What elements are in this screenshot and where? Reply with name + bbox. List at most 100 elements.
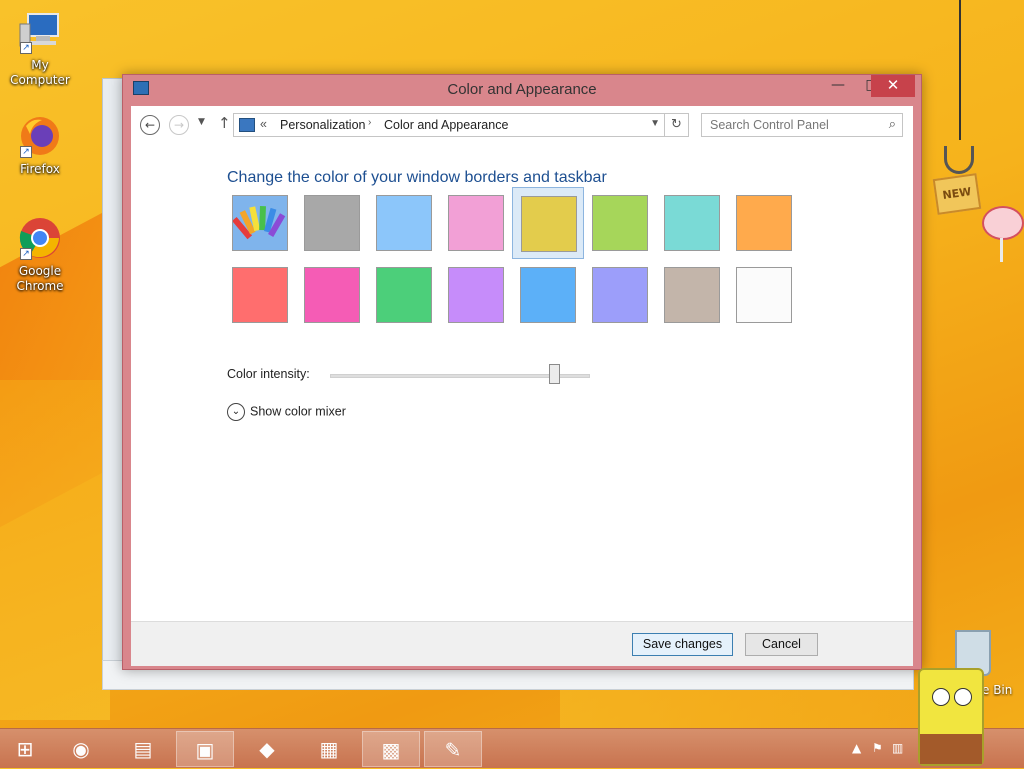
hanging-string <box>959 0 961 140</box>
breadcrumb-personalization[interactable]: Personalization <box>280 118 365 132</box>
network-icon[interactable]: ▥ <box>892 741 903 755</box>
breadcrumb-color-appearance[interactable]: Color and Appearance <box>384 118 508 132</box>
swatch-orange[interactable] <box>728 187 800 259</box>
show-color-mixer-label: Show color mixer <box>250 404 346 419</box>
windows-logo-icon: ⊞ <box>16 737 34 761</box>
title-bar[interactable]: Color and Appearance — □ ✕ <box>123 75 921 105</box>
swatch-lavender-fill[interactable] <box>592 267 648 323</box>
breadcrumb-separator-icon[interactable]: › <box>368 117 371 128</box>
folder-icon: ▤ <box>133 737 153 761</box>
swatch-lime[interactable] <box>584 187 656 259</box>
store-icon: ▣ <box>195 738 215 762</box>
computer-icon: ↗ <box>18 10 62 54</box>
forward-arrow-icon[interactable]: → <box>169 115 189 135</box>
chrome-icon: ◉ <box>72 737 90 761</box>
show-hidden-icons-icon[interactable]: ▲ <box>852 741 861 755</box>
character-pants <box>920 734 982 764</box>
swatch-gray-fill[interactable] <box>304 195 360 251</box>
swatch-green-fill[interactable] <box>376 267 432 323</box>
swatch-light-blue-fill[interactable] <box>376 195 432 251</box>
swatch-teal[interactable] <box>656 187 728 259</box>
close-button[interactable]: ✕ <box>871 75 915 97</box>
color-intensity-label: Color intensity: <box>227 367 310 381</box>
swatch-red-fill[interactable] <box>232 267 288 323</box>
taskbar-paint-button[interactable]: ✎ <box>424 731 482 767</box>
minimize-button[interactable]: — <box>821 75 855 97</box>
paint-icon: ✎ <box>444 738 462 762</box>
candy-stick <box>1000 238 1003 262</box>
swatch-pink-fill[interactable] <box>448 195 504 251</box>
control-panel-icon: ▩ <box>381 738 401 762</box>
address-dropdown-icon[interactable]: ▼ <box>650 118 660 129</box>
swatch-blue[interactable] <box>512 259 584 331</box>
swatch-taupe-fill[interactable] <box>664 267 720 323</box>
shortcut-arrow-icon: ↗ <box>20 146 32 158</box>
swatch-gold[interactable] <box>512 187 584 259</box>
swatch-lavender[interactable] <box>584 259 656 331</box>
shortcut-arrow-icon: ↗ <box>20 248 32 260</box>
taskbar-file-explorer-button[interactable]: ▤ <box>114 731 172 767</box>
taskbar-store-button[interactable]: ▣ <box>176 731 234 767</box>
swatch-gray[interactable] <box>296 187 368 259</box>
character-eye <box>954 688 972 706</box>
candy-decoration <box>982 206 1024 240</box>
search-input[interactable] <box>702 114 877 136</box>
taskbar-chrome-button[interactable]: ◉ <box>52 731 110 767</box>
palette-icon <box>232 205 286 240</box>
page-heading: Change the color of your window borders … <box>227 169 607 186</box>
search-icon[interactable]: ⌕ <box>889 117 896 132</box>
show-color-mixer-toggle[interactable]: ⌄ Show color mixer <box>227 403 346 421</box>
wallpaper-shape <box>0 380 110 720</box>
address-overflow-icon[interactable]: « <box>260 117 267 131</box>
swatch-automatic[interactable] <box>224 187 296 259</box>
chevron-down-icon: ⌄ <box>227 403 245 421</box>
taskbar-notes-button[interactable]: ▦ <box>300 731 358 767</box>
swatch-green[interactable] <box>368 259 440 331</box>
notepad-icon: ▦ <box>319 737 339 761</box>
taskbar-start-button[interactable]: ⊞ <box>4 731 46 767</box>
taskbar-control-panel-button[interactable]: ▩ <box>362 731 420 767</box>
cancel-button[interactable]: Cancel <box>745 633 818 656</box>
swatch-white[interactable] <box>728 259 800 331</box>
taskbar-app-blue-button[interactable]: ◆ <box>238 731 296 767</box>
swatch-purple-fill[interactable] <box>448 267 504 323</box>
address-bar[interactable]: « Personalization › Color and Appearance… <box>233 113 665 137</box>
desktop-icon-firefox[interactable]: ↗ Firefox <box>0 114 80 177</box>
app-icon: ◆ <box>259 737 275 761</box>
swatch-orange-fill[interactable] <box>736 195 792 251</box>
window-content: ← → ▼ ↑ « Personalization › Color and Ap… <box>131 106 913 666</box>
swatch-blue-fill[interactable] <box>520 267 576 323</box>
search-box[interactable]: ⌕ <box>701 113 903 137</box>
navigation-bar: ← → ▼ ↑ « Personalization › Color and Ap… <box>131 106 913 142</box>
swatch-white-fill[interactable] <box>736 267 792 323</box>
swatch-magenta[interactable] <box>296 259 368 331</box>
back-arrow-icon[interactable]: ← <box>140 115 160 135</box>
firefox-icon: ↗ <box>18 114 62 158</box>
swatch-red[interactable] <box>224 259 296 331</box>
swatch-magenta-fill[interactable] <box>304 267 360 323</box>
color-appearance-window: Color and Appearance — □ ✕ ← → ▼ ↑ « Per… <box>122 74 922 670</box>
flag-icon[interactable]: ⚑ <box>872 741 883 755</box>
swatch-taupe[interactable] <box>656 259 728 331</box>
chrome-icon: ↗ <box>18 216 62 260</box>
desktop-icon-my-computer[interactable]: ↗ My Computer <box>0 10 80 88</box>
swatch-pink[interactable] <box>440 187 512 259</box>
swatch-lime-fill[interactable] <box>592 195 648 251</box>
window-title: Color and Appearance <box>447 81 597 98</box>
color-intensity-slider[interactable] <box>548 364 560 384</box>
desktop-icon-google-chrome[interactable]: ↗ Google Chrome <box>0 216 80 294</box>
swatch-automatic-fill[interactable] <box>232 195 288 251</box>
recent-locations-chevron-icon[interactable]: ▼ <box>198 117 205 127</box>
refresh-icon[interactable]: ↻ <box>665 113 689 137</box>
save-changes-button[interactable]: Save changes <box>632 633 733 656</box>
swatch-teal-fill[interactable] <box>664 195 720 251</box>
up-arrow-icon[interactable]: ↑ <box>218 114 231 132</box>
swatch-light-blue[interactable] <box>368 187 440 259</box>
desktop-icon-label: My Computer <box>10 58 70 87</box>
swatch-purple[interactable] <box>440 259 512 331</box>
control-panel-icon <box>239 118 255 132</box>
dialog-footer: Save changes Cancel <box>131 621 913 666</box>
desktop-icon-label: Google Chrome <box>16 264 64 293</box>
swatch-gold-fill[interactable] <box>521 196 577 252</box>
taskbar: ⊞◉▤▣◆▦▩✎ ▲ ⚑ ▥ PM 2023 <box>0 728 1024 768</box>
